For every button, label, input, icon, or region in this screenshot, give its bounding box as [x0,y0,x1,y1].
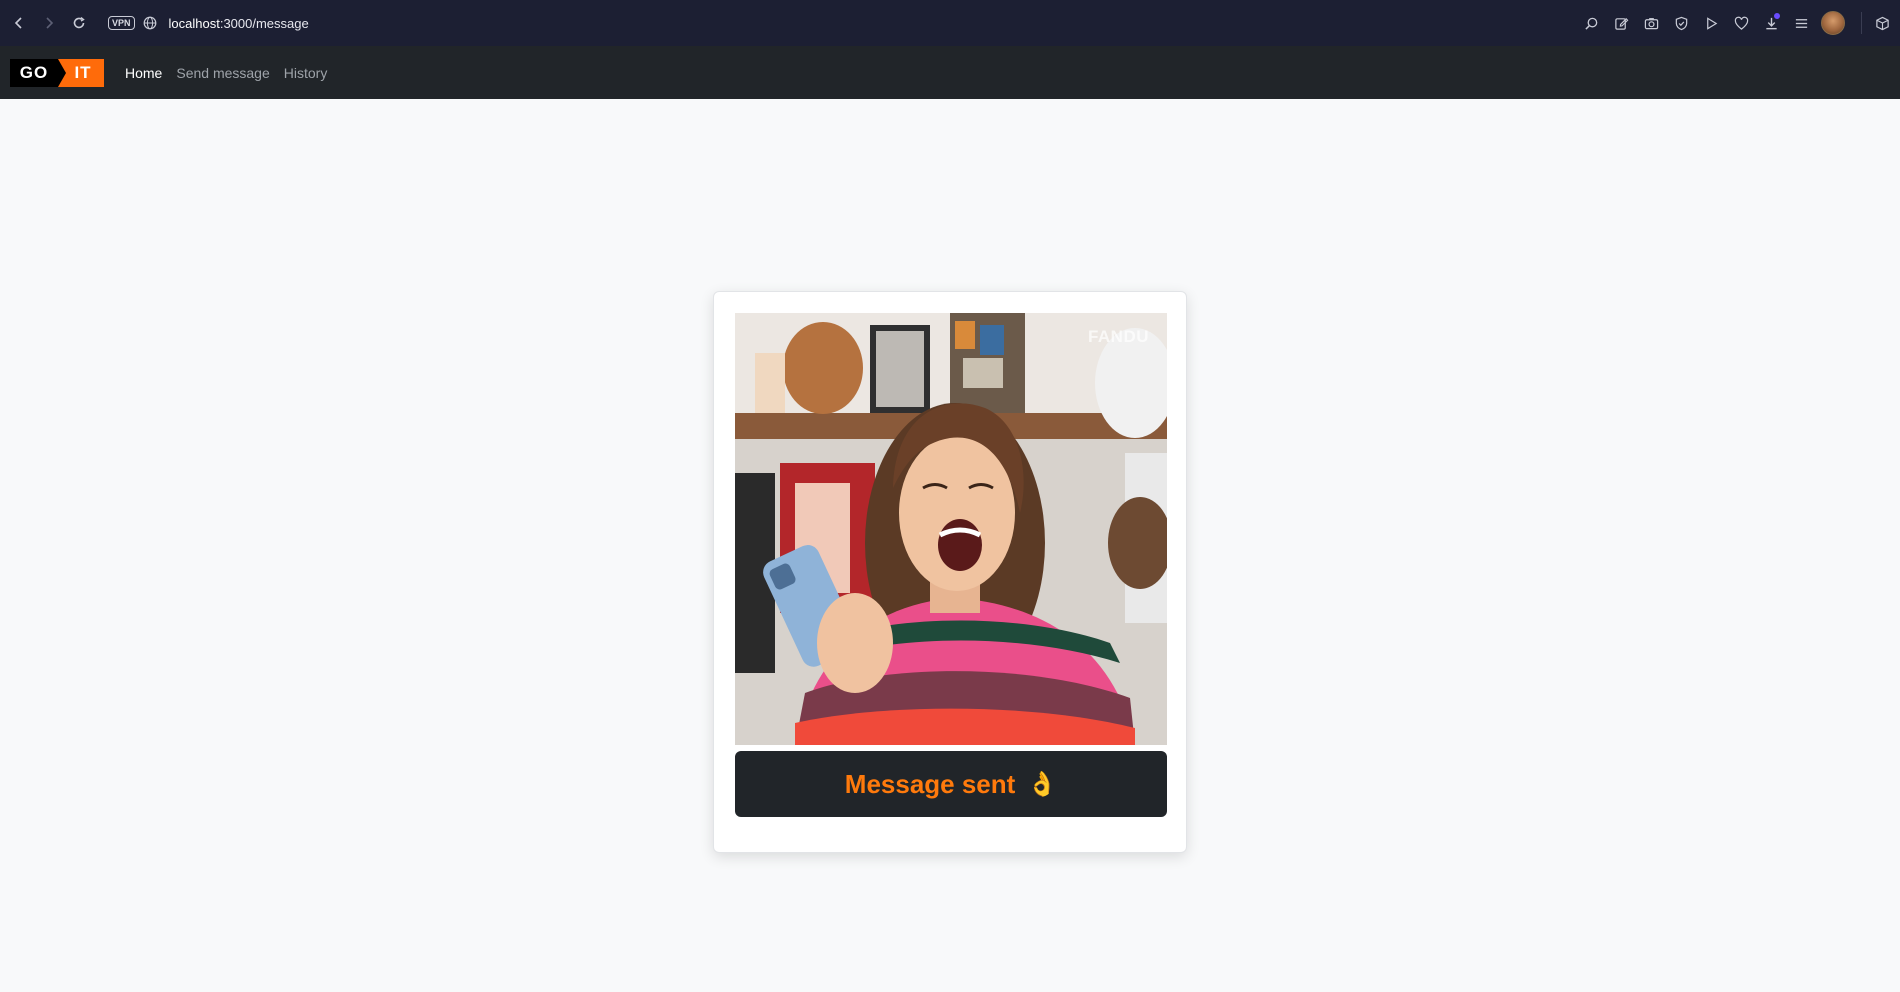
reload-icon[interactable] [68,12,90,34]
celebration-image [735,313,1167,745]
app-navbar: GO IT Home Send message History [0,46,1900,99]
profile-avatar[interactable] [1821,11,1845,35]
nav-link-send-message[interactable]: Send message [176,65,269,81]
download-badge [1774,13,1780,19]
forward-icon[interactable] [38,12,60,34]
shield-icon[interactable] [1671,13,1691,33]
url-path: :3000/message [219,15,309,31]
camera-icon[interactable] [1641,13,1661,33]
vpn-badge[interactable]: VPN [108,16,135,30]
extensions-cube-icon[interactable] [1872,13,1892,33]
nav-links: Home Send message History [125,65,327,81]
nav-link-home[interactable]: Home [125,65,162,81]
edit-icon[interactable] [1611,13,1631,33]
message-sent-label: Message sent [844,768,1016,799]
celebration-gif: FANDU [735,313,1167,745]
search-icon[interactable] [1581,13,1601,33]
video-watermark: FANDU [1087,327,1149,346]
logo-go-text: GO [10,58,66,87]
heart-icon[interactable] [1731,13,1751,33]
address-bar[interactable]: localhost:3000/message [169,16,309,31]
message-sent-button[interactable]: Message sent 👌 [735,751,1167,817]
nav-link-history[interactable]: History [284,65,328,81]
back-icon[interactable] [8,12,30,34]
globe-icon [143,16,156,30]
browser-toolbar: VPN localhost:3000/message [0,0,1900,47]
message-status-card: FANDU Message sent 👌 [713,291,1187,853]
play-icon[interactable] [1701,13,1721,33]
toolbar-divider [1861,12,1862,34]
download-icon[interactable] [1761,13,1781,33]
ok-hand-icon: 👌 [1027,770,1058,798]
url-host: localhost [168,15,220,31]
goit-logo[interactable]: GO IT [10,58,104,87]
menu-icon[interactable] [1791,13,1811,33]
